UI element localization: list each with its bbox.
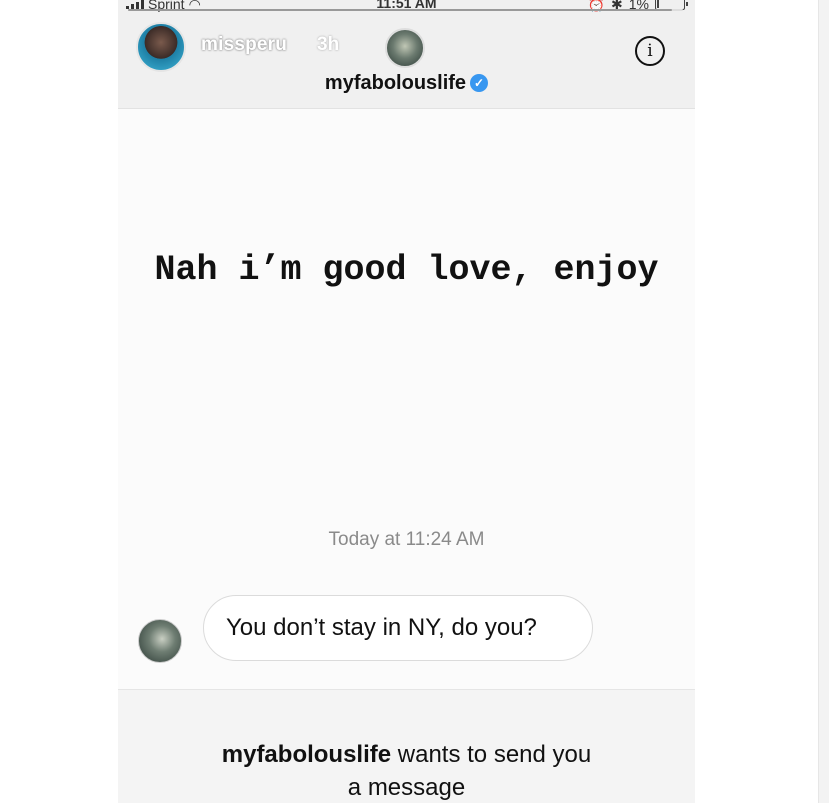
thread-sender[interactable]: myfabolouslife ✓	[118, 72, 695, 95]
request-text-line1: wants to send you	[391, 741, 592, 768]
thread-sender-name: myfabolouslife	[324, 72, 467, 94]
story-header: Sprint ◠ 11:51 AM ⏰ ✱ 1% missperu 3h i m…	[118, 0, 695, 109]
story-username[interactable]: missperu	[201, 34, 287, 56]
scroll-gutter	[818, 0, 829, 803]
story-author-avatar[interactable]	[136, 22, 186, 72]
message-sender-avatar[interactable]	[138, 619, 182, 663]
verified-badge-icon: ✓	[470, 74, 489, 92]
story-caption: Nah i’m good love, enjoy	[154, 250, 659, 290]
status-right: ⏰ ✱ 1%	[588, 0, 688, 13]
reply-author-avatar[interactable]	[385, 28, 425, 68]
info-icon[interactable]: i	[635, 36, 665, 66]
message-text: You don’t stay in NY, do you?	[226, 614, 537, 641]
battery-fill	[657, 0, 659, 8]
phone-screen: Sprint ◠ 11:51 AM ⏰ ✱ 1% missperu 3h i m…	[118, 0, 695, 803]
message-timestamp: Today at 11:24 AM	[328, 529, 485, 550]
story-progress-bar	[128, 9, 683, 11]
request-sender: myfabolouslife	[221, 741, 392, 768]
request-text-line2: a message	[347, 774, 466, 801]
message-request-panel: myfabolouslife wants to send you a messa…	[118, 689, 695, 803]
story-progress-fill	[128, 9, 672, 11]
story-time-ago: 3h	[317, 34, 340, 55]
message-request-text: myfabolouslife wants to send you a messa…	[118, 738, 695, 803]
message-bubble[interactable]: You don’t stay in NY, do you?	[203, 595, 593, 661]
